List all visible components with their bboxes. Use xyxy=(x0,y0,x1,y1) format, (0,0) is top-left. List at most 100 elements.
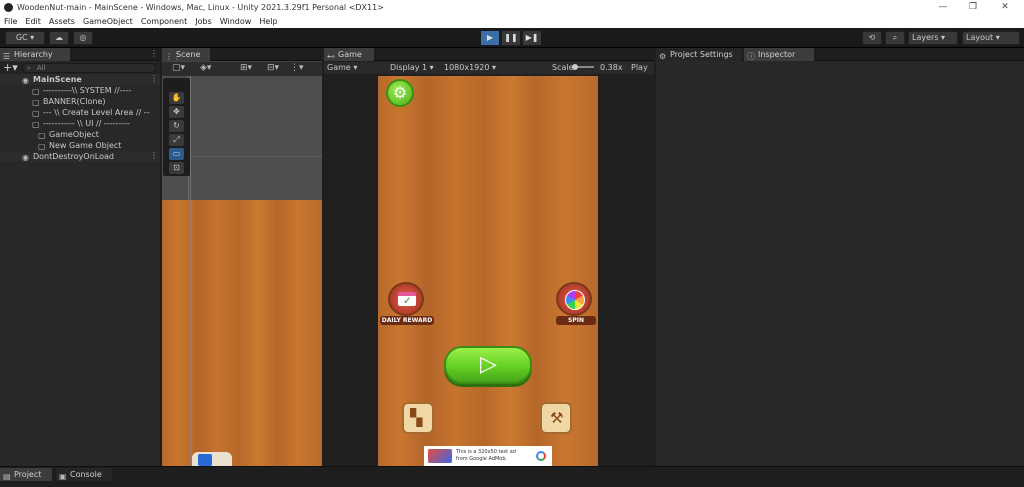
collab-icon[interactable]: ◎ xyxy=(73,31,93,45)
hierarchy-row[interactable]: ▢ ----------- \\ UI // --------- xyxy=(0,118,130,129)
spin-wheel-icon[interactable] xyxy=(556,282,592,316)
gameobject-icon: ▢ xyxy=(32,98,40,107)
play-triangle-icon: ▷ xyxy=(480,352,497,377)
menu-component[interactable]: Component xyxy=(141,17,187,26)
hierarchy-row-mainscene[interactable]: ◉ MainScene xyxy=(0,74,160,85)
scene-canvas-wood[interactable] xyxy=(162,200,322,466)
main-toolbar: GC ▾ ☁ ◎ ▶ ❚❚ ▶❚ ⟲ ⌕ Layers ▾ Layout ▾ xyxy=(0,28,1024,48)
game-mode-dropdown[interactable]: Game ▾ xyxy=(327,62,357,74)
hierarchy-row[interactable]: ▢ BANNER(Clone) xyxy=(0,96,105,107)
rotate-tool-icon[interactable]: ↻ xyxy=(169,120,184,132)
grid-squares-icon: ▚ xyxy=(410,408,423,427)
scene-toolbar: ▢▾ ◈▾ ⊞▾ ⊟▾ ⋮▾ xyxy=(162,62,322,76)
row-label: DontDestroyOnLoad xyxy=(33,152,114,161)
layout-dropdown[interactable]: Layout ▾ xyxy=(962,31,1020,45)
gizmo-move-icon[interactable]: ⊞▾ xyxy=(240,63,252,73)
account-dropdown[interactable]: GC ▾ xyxy=(5,31,45,45)
layers-dropdown[interactable]: Layers ▾ xyxy=(908,31,958,45)
hierarchy-panel: ☰ Hierarchy ⋮ +▾ ⌕ All ◉ MainScene ⋮ ▢ ----… xyxy=(0,48,160,466)
row-label: --- \\ Create Level Area // -- xyxy=(43,108,150,117)
display-dropdown[interactable]: Display 1 ▾ xyxy=(390,62,434,74)
tab-hierarchy[interactable]: ☰ Hierarchy xyxy=(0,48,70,61)
play-focused-label[interactable]: Play xyxy=(631,62,648,74)
scene-menu-icon[interactable]: ⋮ xyxy=(150,74,158,83)
game-mode-label: Game xyxy=(327,63,351,72)
rect-tool-icon[interactable]: ▭ xyxy=(169,148,184,160)
gear-icon: ⚙ xyxy=(659,52,667,61)
game-tab-label: Game xyxy=(338,50,362,59)
hierarchy-menu-icon[interactable]: ⋮ xyxy=(150,49,158,58)
menu-file[interactable]: File xyxy=(4,17,17,26)
tab-inspector[interactable]: ⓘ Inspector xyxy=(744,48,814,61)
menu-gameobject[interactable]: GameObject xyxy=(83,17,133,26)
menu-bar: File Edit Assets GameObject Component Jo… xyxy=(0,15,1024,28)
ad-banner[interactable]: This is a 320x50 test ad from Google AdM… xyxy=(424,446,552,466)
history-icon[interactable]: ⟲ xyxy=(862,31,882,45)
add-object-icon[interactable]: +▾ xyxy=(3,61,18,74)
row-label: BANNER(Clone) xyxy=(43,97,106,106)
grid-icon[interactable]: ⋮▾ xyxy=(290,63,304,73)
pause-button[interactable]: ❚❚ xyxy=(502,31,520,45)
console-tab-label: Console xyxy=(70,470,102,479)
folder-icon: ▤ xyxy=(3,472,11,481)
search-icon[interactable]: ⌕ xyxy=(885,31,905,45)
scale-tool-icon[interactable]: ⤢ xyxy=(169,134,184,146)
close-button[interactable]: ✕ xyxy=(990,0,1020,15)
search-placeholder: All xyxy=(37,64,46,72)
play-button[interactable]: ▶ xyxy=(481,31,499,45)
settings-gear-icon[interactable]: ⚙ xyxy=(386,79,414,107)
draw-mode-icon[interactable]: ▢▾ xyxy=(172,63,185,73)
hand-tool-icon[interactable]: ✋ xyxy=(169,92,184,104)
bottom-panel: ▤ Project ▣ Console xyxy=(0,466,1024,487)
game-tabbar: ⊷ Game xyxy=(324,48,654,61)
step-button[interactable]: ▶❚ xyxy=(523,31,541,45)
hierarchy-search-input[interactable]: ⌕ All xyxy=(22,63,156,73)
menu-assets[interactable]: Assets xyxy=(49,17,75,26)
dontdestroy-menu-icon[interactable]: ⋮ xyxy=(150,151,158,160)
ad-text-line2: from Google AdMob. xyxy=(456,456,508,462)
console-icon: ▣ xyxy=(59,472,67,481)
google-ad-icon xyxy=(536,451,546,461)
tab-project-settings[interactable]: ⚙ Project Settings xyxy=(656,48,742,61)
tab-console[interactable]: ▣ Console xyxy=(56,468,112,481)
row-label: MainScene xyxy=(33,75,82,84)
scene-ui-element-icon xyxy=(198,454,212,466)
menu-window[interactable]: Window xyxy=(220,17,252,26)
snap-icon[interactable]: ⊟▾ xyxy=(267,63,279,73)
menu-jobs[interactable]: Jobs xyxy=(195,17,212,26)
layers-label: Layers xyxy=(912,33,939,42)
tool-palette: ✋ ✥ ↻ ⤢ ▭ ⊡ xyxy=(163,78,190,176)
hierarchy-row[interactable]: ▢ --- \\ Create Level Area // -- xyxy=(0,107,150,118)
hierarchy-row[interactable]: ▢ New Game Object xyxy=(0,140,121,151)
tab-project[interactable]: ▤ Project xyxy=(0,468,52,481)
shading-icon[interactable]: ◈▾ xyxy=(200,63,211,73)
menu-edit[interactable]: Edit xyxy=(25,17,41,26)
hierarchy-row-dontdestroy[interactable]: ◉ DontDestroyOnLoad xyxy=(0,151,160,162)
hierarchy-row[interactable]: ▢ ----------\\ SYSTEM //---- xyxy=(0,85,131,96)
project-settings-label: Project Settings xyxy=(670,50,733,59)
scale-slider-handle[interactable] xyxy=(572,64,578,70)
window-title-bar: WoodenNut-main - MainScene - Windows, Ma… xyxy=(0,0,1024,15)
hammer-button[interactable]: ⚒ xyxy=(540,402,572,434)
row-label: ----------- \\ UI // --------- xyxy=(43,119,130,128)
hierarchy-row[interactable]: ▢ GameObject xyxy=(0,129,99,140)
maximize-button[interactable]: ❐ xyxy=(958,0,988,15)
minimize-button[interactable]: — xyxy=(928,0,958,15)
levels-button[interactable]: ▚ xyxy=(402,402,434,434)
tab-scene[interactable]: ⋮⋮ Scene xyxy=(162,48,210,61)
project-tab-label: Project xyxy=(14,470,42,479)
move-tool-icon[interactable]: ✥ xyxy=(169,106,184,118)
daily-reward-label: DAILY REWARD xyxy=(380,316,434,325)
gameobject-icon: ▢ xyxy=(38,131,46,140)
menu-help[interactable]: Help xyxy=(259,17,277,26)
hierarchy-search-bar: +▾ ⌕ All xyxy=(0,61,160,74)
daily-reward-icon[interactable]: ✓ xyxy=(388,282,424,316)
game-view[interactable]: ⚙ ✓ DAILY REWARD SPIN ▷ ▚ ⚒ This is a 32… xyxy=(378,76,598,466)
tab-game[interactable]: ⊷ Game xyxy=(324,48,374,61)
resolution-dropdown[interactable]: 1080x1920 ▾ xyxy=(444,62,496,74)
cloud-icon[interactable]: ☁ xyxy=(49,31,69,45)
play-game-button[interactable]: ▷ xyxy=(444,346,532,384)
transform-tool-icon[interactable]: ⊡ xyxy=(169,162,184,174)
hierarchy-tabbar: ☰ Hierarchy ⋮ xyxy=(0,48,160,61)
hammer-icon: ⚒ xyxy=(550,409,564,427)
